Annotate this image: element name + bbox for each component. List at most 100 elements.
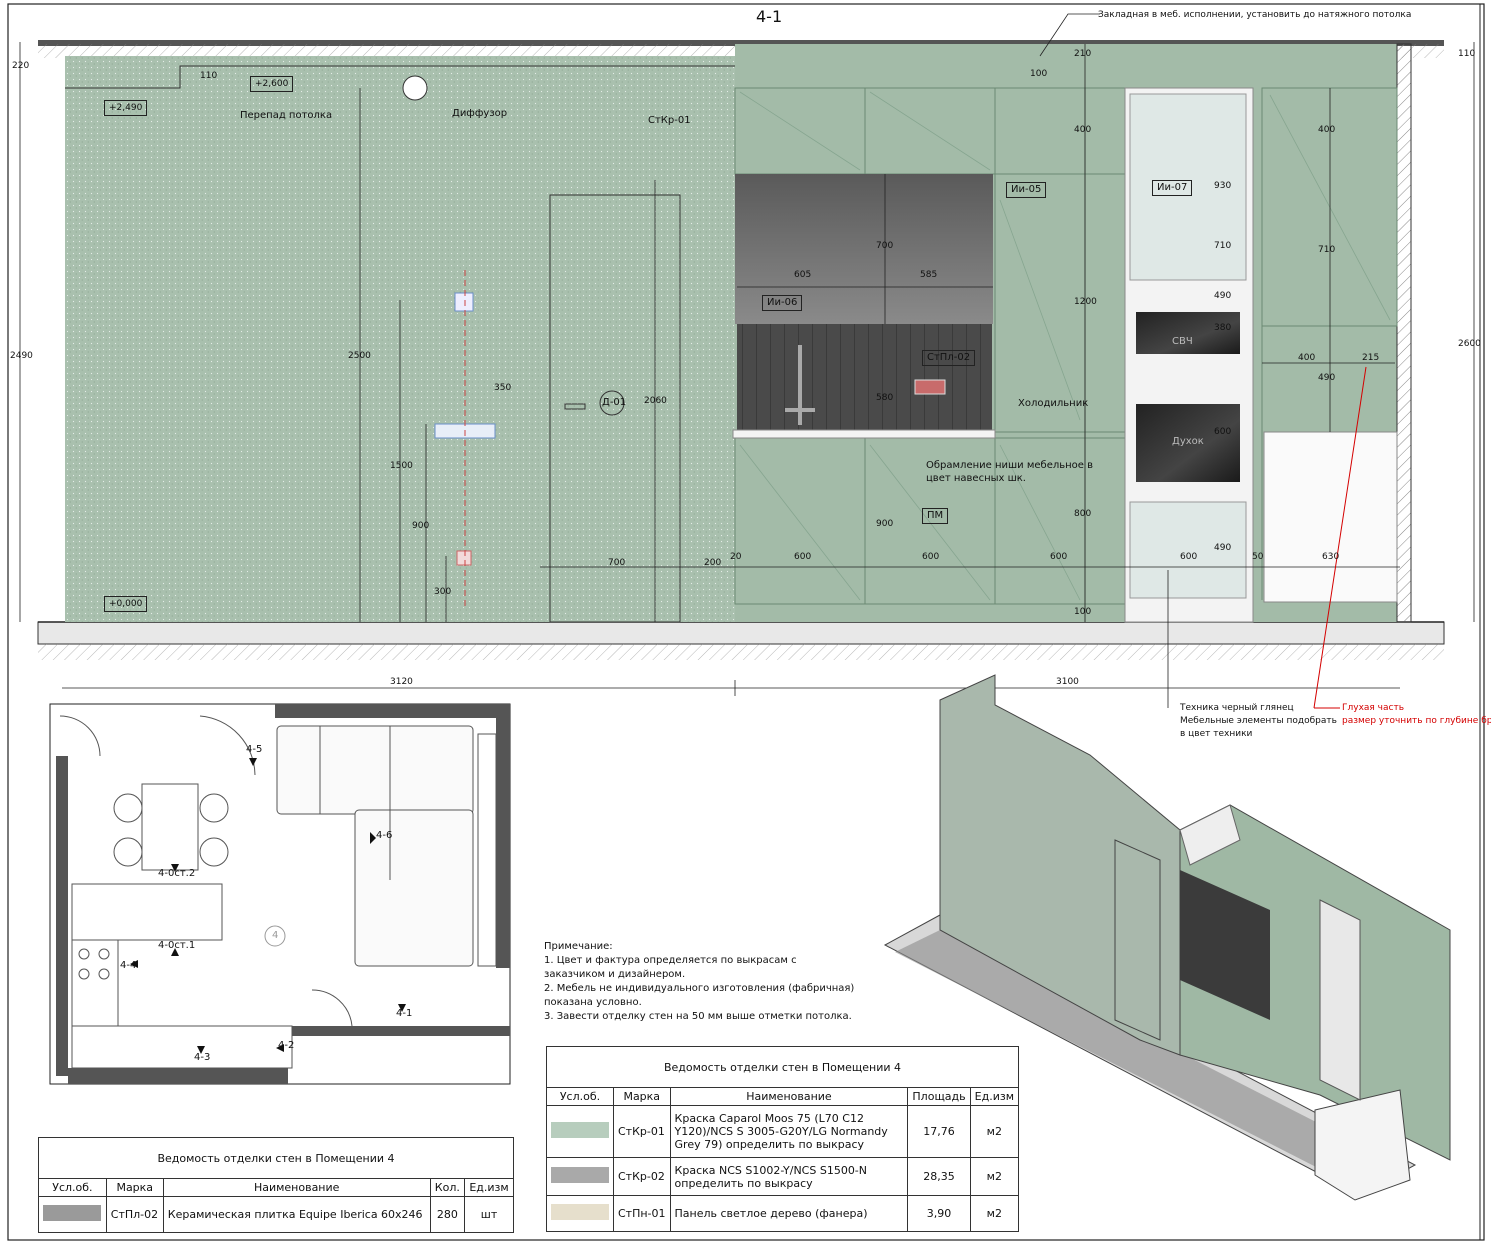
note-line: 1. Цвет и фактура определяется по выкрас… (544, 955, 797, 966)
notes-title: Примечание: (544, 941, 613, 952)
fridge-label: Холодильник (1018, 398, 1089, 409)
table-row: СтПн-01 Панель светлое дерево (фанера) 3… (546, 1195, 1020, 1232)
name-cell: Панель светлое дерево (фанера) (669, 1195, 909, 1232)
dim-label: 2490 (10, 351, 33, 361)
niche-note-2: цвет навесных шк. (926, 473, 1026, 484)
wall-finish-mark: СтКр-01 (648, 115, 691, 126)
dim-label: 1200 (1074, 297, 1097, 307)
col-header: Усл.об. (546, 1087, 614, 1106)
dim-label: 600 (922, 552, 940, 562)
col-header: Ед.изм (464, 1178, 514, 1197)
mark-cell: СтКр-02 (613, 1157, 671, 1196)
col-header: Наименование (669, 1087, 909, 1106)
swatch (551, 1122, 609, 1138)
blind-note-2: размер уточнить по глубине бра (1342, 716, 1491, 726)
dim-label: 400 (1074, 125, 1092, 135)
col-header: Усл.об. (38, 1178, 107, 1197)
dim-label: 300 (434, 587, 452, 597)
dim-label: 20 (730, 552, 742, 562)
dim-label: 600 (1214, 427, 1232, 437)
dim-label: 700 (876, 241, 894, 251)
dim-label: 3120 (390, 677, 413, 687)
dim-label: 930 (1214, 181, 1232, 191)
plan-mark: 4-5 (246, 744, 263, 755)
diffuser-icon (402, 75, 428, 101)
dim-label: 400 (1318, 125, 1336, 135)
dim-label: 220 (12, 61, 30, 71)
table-row: СтПл-02 Керамическая плитка Equipe Iberi… (38, 1196, 514, 1233)
door-mark: Д-01 (602, 397, 627, 408)
dim-label: 2600 (1458, 339, 1481, 349)
dim-label: 2060 (644, 396, 667, 406)
qty-cell: 280 (429, 1196, 466, 1233)
dim-label: 490 (1214, 543, 1232, 553)
dim-label: 3100 (1056, 677, 1079, 687)
note-line: заказчиком и дизайнером. (544, 969, 686, 980)
dim-label: 600 (1050, 552, 1068, 562)
dim-label: 400 (1298, 353, 1316, 363)
dim-label: 630 (1322, 552, 1340, 562)
dim-label: 710 (1318, 245, 1336, 255)
col-header: Ед.изм (969, 1087, 1020, 1106)
item-mark: Ии-05 (1006, 182, 1047, 198)
item-mark: Ии-07 (1152, 180, 1193, 196)
appliance-note-1: Техника черный глянец (1180, 703, 1294, 713)
dim-label: 600 (1180, 552, 1198, 562)
level-mark: +0,000 (104, 596, 148, 612)
dim-label: 215 (1362, 353, 1380, 363)
notes-block: Примечание: 1. Цвет и фактура определяет… (544, 940, 864, 1024)
unit-cell: м2 (969, 1105, 1020, 1158)
qty-cell: 17,76 (907, 1105, 971, 1158)
name-cell: Керамическая плитка Equipe Iberica 60x24… (162, 1196, 431, 1233)
unit-cell: шт (464, 1196, 514, 1233)
dim-label: 800 (1074, 509, 1092, 519)
microwave-label: СВЧ (1172, 336, 1193, 347)
dim-label: 605 (794, 270, 812, 280)
unit-cell: м2 (969, 1195, 1020, 1232)
level-mark: +2,600 (250, 76, 294, 92)
dim-label: 580 (876, 393, 894, 403)
plan-mark: 4-4 (120, 960, 137, 971)
dim-label: 100 (1030, 69, 1048, 79)
plan-mark: 4-0ст.1 (158, 940, 196, 951)
mark-cell: СтКр-01 (613, 1105, 671, 1158)
swatch (551, 1167, 609, 1183)
oven-label: Духок (1172, 436, 1204, 447)
col-header: Марка (613, 1087, 671, 1106)
plan-mark: 4-6 (376, 830, 393, 841)
ceiling-step-note: Перепад потолка (240, 110, 333, 121)
item-mark: Ии-06 (762, 295, 803, 311)
backsplash-tile (737, 324, 992, 432)
floor-plan (49, 703, 511, 1085)
schedule-walls: Ведомость отделки стен в Помещении 4 Усл… (546, 1046, 1020, 1232)
table-row: СтКр-01 Краска Caparol Moos 75 (L70 C12 … (546, 1105, 1020, 1158)
dim-label: 110 (200, 71, 218, 81)
plan-mark: 4-0ст.2 (158, 868, 196, 879)
mark-cell: СтПл-02 (105, 1196, 164, 1233)
dim-label: 900 (412, 521, 430, 531)
dim-label: 710 (1214, 241, 1232, 251)
blind-note-1: Глухая часть (1342, 703, 1405, 713)
room-number: 4 (272, 930, 279, 941)
qty-cell: 28,35 (907, 1157, 971, 1196)
swatch (43, 1205, 101, 1221)
schedule-caption: Ведомость отделки стен в Помещении 4 (38, 1137, 514, 1179)
dim-label: 200 (704, 558, 722, 568)
level-mark: +2,490 (104, 100, 148, 116)
dim-label: 110 (1458, 49, 1476, 59)
plan-mark: 4-1 (396, 1008, 413, 1019)
mark-cell: СтПн-01 (613, 1195, 671, 1232)
appliance-note-3: в цвет техники (1180, 729, 1253, 739)
schedule-tiles: Ведомость отделки стен в Помещении 4 Усл… (38, 1137, 514, 1233)
dim-label: 900 (876, 519, 894, 529)
plan-mark: 4-3 (194, 1052, 211, 1063)
niche-note-1: Обрамление ниши мебельное в (926, 460, 1094, 471)
name-cell: Краска NCS S1002-Y/NCS S1500-N определит… (669, 1157, 909, 1196)
dim-label: 1500 (390, 461, 413, 471)
note-line: показана условно. (544, 997, 642, 1008)
dim-label: 380 (1214, 323, 1232, 333)
col-header: Площадь (907, 1087, 971, 1106)
note-line: 3. Завести отделку стен на 50 мм выше от… (544, 1011, 852, 1022)
schedule-caption: Ведомость отделки стен в Помещении 4 (546, 1046, 1019, 1088)
col-header: Наименование (162, 1178, 431, 1197)
